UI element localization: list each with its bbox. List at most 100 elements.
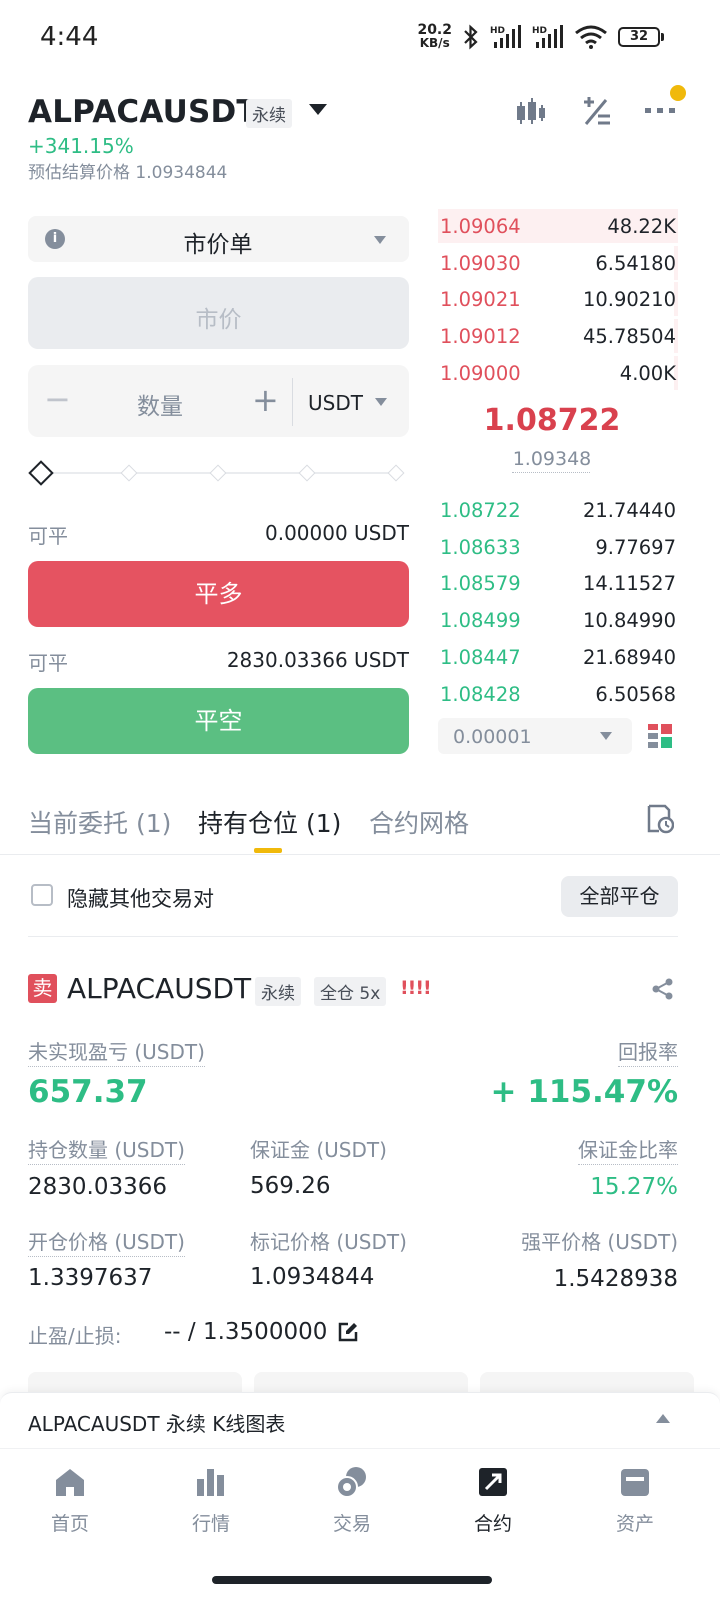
wifi-icon xyxy=(575,25,607,49)
nav-home[interactable]: 首页 xyxy=(20,1465,120,1536)
margin-mode-tag: 全仓 5x xyxy=(314,977,387,1006)
hide-other-pairs-label[interactable]: 隐藏其他交易对 xyxy=(67,883,214,913)
tab-divider xyxy=(0,854,720,855)
bid-qty: 9.77697 xyxy=(595,536,676,559)
signal-hd-icon: HD xyxy=(490,25,521,48)
slider-step[interactable] xyxy=(209,464,227,482)
bid-price: 1.08579 xyxy=(440,572,521,595)
ask-price: 1.09030 xyxy=(440,252,521,275)
divider xyxy=(28,936,678,937)
qty-unit-select[interactable]: USDT xyxy=(308,391,363,415)
bid-row[interactable]: 1.08633 9.77697 xyxy=(438,528,678,564)
bid-row[interactable]: 1.08499 10.84990 xyxy=(438,601,678,637)
slider-thumb[interactable] xyxy=(28,460,54,486)
nav-wallet[interactable]: 资产 xyxy=(585,1465,685,1536)
margin-ratio-label-text: 保证金比率 xyxy=(578,1138,678,1165)
page-title[interactable]: ALPACAUSDT xyxy=(28,94,258,130)
size-label-text: 持仓数量 (USDT) xyxy=(28,1138,185,1165)
mark-value: 1.0934844 xyxy=(250,1264,375,1290)
margin-value: 569.26 xyxy=(250,1173,331,1199)
slider-step[interactable] xyxy=(120,464,138,482)
est-settlement: 预估结算价格 1.0934844 xyxy=(28,158,227,183)
close-long-button[interactable]: 平多 xyxy=(28,561,409,627)
bid-price: 1.08499 xyxy=(440,609,521,632)
edit-icon[interactable] xyxy=(338,1322,358,1342)
order-type-label: 市价单 xyxy=(183,232,253,258)
contract-type-tag: 永续 xyxy=(246,99,292,128)
home-icon xyxy=(56,1469,84,1496)
position-type-tag: 永续 xyxy=(255,977,301,1006)
book-layout-icon[interactable] xyxy=(648,724,672,748)
margin-label: 保证金 (USDT) xyxy=(250,1138,387,1162)
ask-row[interactable]: 1.09064 48.22K xyxy=(438,207,678,243)
tab-open-orders[interactable]: 当前委托 (1) xyxy=(28,804,171,840)
nav-futures-label: 合约 xyxy=(473,1513,512,1535)
qty-plus-button[interactable]: + xyxy=(252,381,279,419)
ask-qty: 6.54180 xyxy=(595,252,676,275)
ask-qty: 10.90210 xyxy=(582,288,676,311)
margin-ratio-label: 保证金比率 xyxy=(578,1134,678,1165)
bid-qty: 10.84990 xyxy=(582,609,676,632)
mark-price[interactable]: 1.09348 xyxy=(438,448,666,470)
nav-futures[interactable]: 合约 xyxy=(443,1465,543,1536)
notification-dot xyxy=(670,85,686,101)
bid-row[interactable]: 1.08722 21.74440 xyxy=(438,491,678,527)
pnl-label: 未实现盈亏 (USDT) xyxy=(28,1036,205,1067)
battery-icon: 32 xyxy=(618,27,664,47)
bid-row[interactable]: 1.08447 21.68940 xyxy=(438,638,678,674)
position-pair[interactable]: ALPACAUSDT xyxy=(67,972,251,1005)
chevron-down-icon xyxy=(375,398,387,406)
nav-wallet-label: 资产 xyxy=(615,1513,654,1535)
close-all-button[interactable]: 全部平仓 xyxy=(561,876,678,917)
qty-minus-button[interactable]: − xyxy=(44,380,71,418)
calculator-icon[interactable] xyxy=(580,96,612,128)
nav-trade-label: 交易 xyxy=(332,1513,371,1535)
ask-row[interactable]: 1.09012 45.78504 xyxy=(438,317,678,353)
svg-text:HD: HD xyxy=(532,26,547,36)
bid-price: 1.08722 xyxy=(440,499,521,522)
bid-qty: 21.68940 xyxy=(582,646,676,669)
pair-dropdown-icon[interactable] xyxy=(309,104,327,115)
est-settlement-label: 预估结算价格 xyxy=(28,163,130,183)
signal-hd-icon: HD xyxy=(532,25,563,48)
bid-price: 1.08447 xyxy=(440,646,521,669)
ask-price: 1.09000 xyxy=(440,362,521,385)
ask-price: 1.09064 xyxy=(440,215,521,238)
net-unit: KB/s xyxy=(419,36,450,50)
kline-chart-label: ALPACAUSDT 永续 K线图表 xyxy=(28,1412,286,1436)
bid-qty: 21.74440 xyxy=(582,499,676,522)
candlestick-icon[interactable] xyxy=(514,96,548,128)
home-indicator[interactable] xyxy=(212,1576,492,1584)
nav-home-label: 首页 xyxy=(50,1513,89,1535)
tab-positions[interactable]: 持有仓位 (1) xyxy=(198,804,341,840)
ask-row[interactable]: 1.09030 6.54180 xyxy=(438,244,678,280)
more-icon[interactable] xyxy=(644,104,676,116)
battery-level: 32 xyxy=(618,27,660,47)
tab-grid[interactable]: 合约网格 xyxy=(369,804,469,840)
chevron-up-icon[interactable] xyxy=(656,1414,670,1423)
trade-icon xyxy=(336,1467,366,1498)
nav-trade[interactable]: 交易 xyxy=(302,1465,402,1536)
slider-step[interactable] xyxy=(387,464,405,482)
bid-qty: 6.50568 xyxy=(595,683,676,706)
history-icon[interactable] xyxy=(646,804,674,834)
size-label: 持仓数量 (USDT) xyxy=(28,1134,185,1165)
ask-row[interactable]: 1.09000 4.00K xyxy=(438,354,678,390)
markets-icon xyxy=(197,1469,224,1496)
tab-active-indicator xyxy=(254,848,282,853)
qty-placeholder: 数量 xyxy=(137,394,183,420)
bid-row[interactable]: 1.08428 6.50568 xyxy=(438,675,678,711)
bid-row[interactable]: 1.08579 14.11527 xyxy=(438,564,678,600)
last-price: 1.08722 xyxy=(483,403,621,438)
avail-long-label: 可平 xyxy=(28,524,68,548)
size-value: 2830.03366 xyxy=(28,1174,168,1200)
nav-markets[interactable]: 行情 xyxy=(161,1465,261,1536)
ask-row[interactable]: 1.09021 10.90210 xyxy=(438,280,678,316)
hide-other-pairs-checkbox[interactable] xyxy=(31,884,53,906)
share-icon[interactable] xyxy=(652,978,674,1000)
slider-step[interactable] xyxy=(298,464,316,482)
tpsl-value: -- / 1.3500000 xyxy=(164,1319,328,1345)
wallet-icon xyxy=(621,1469,649,1496)
svg-text:HD: HD xyxy=(490,26,505,36)
close-short-button[interactable]: 平空 xyxy=(28,688,409,754)
